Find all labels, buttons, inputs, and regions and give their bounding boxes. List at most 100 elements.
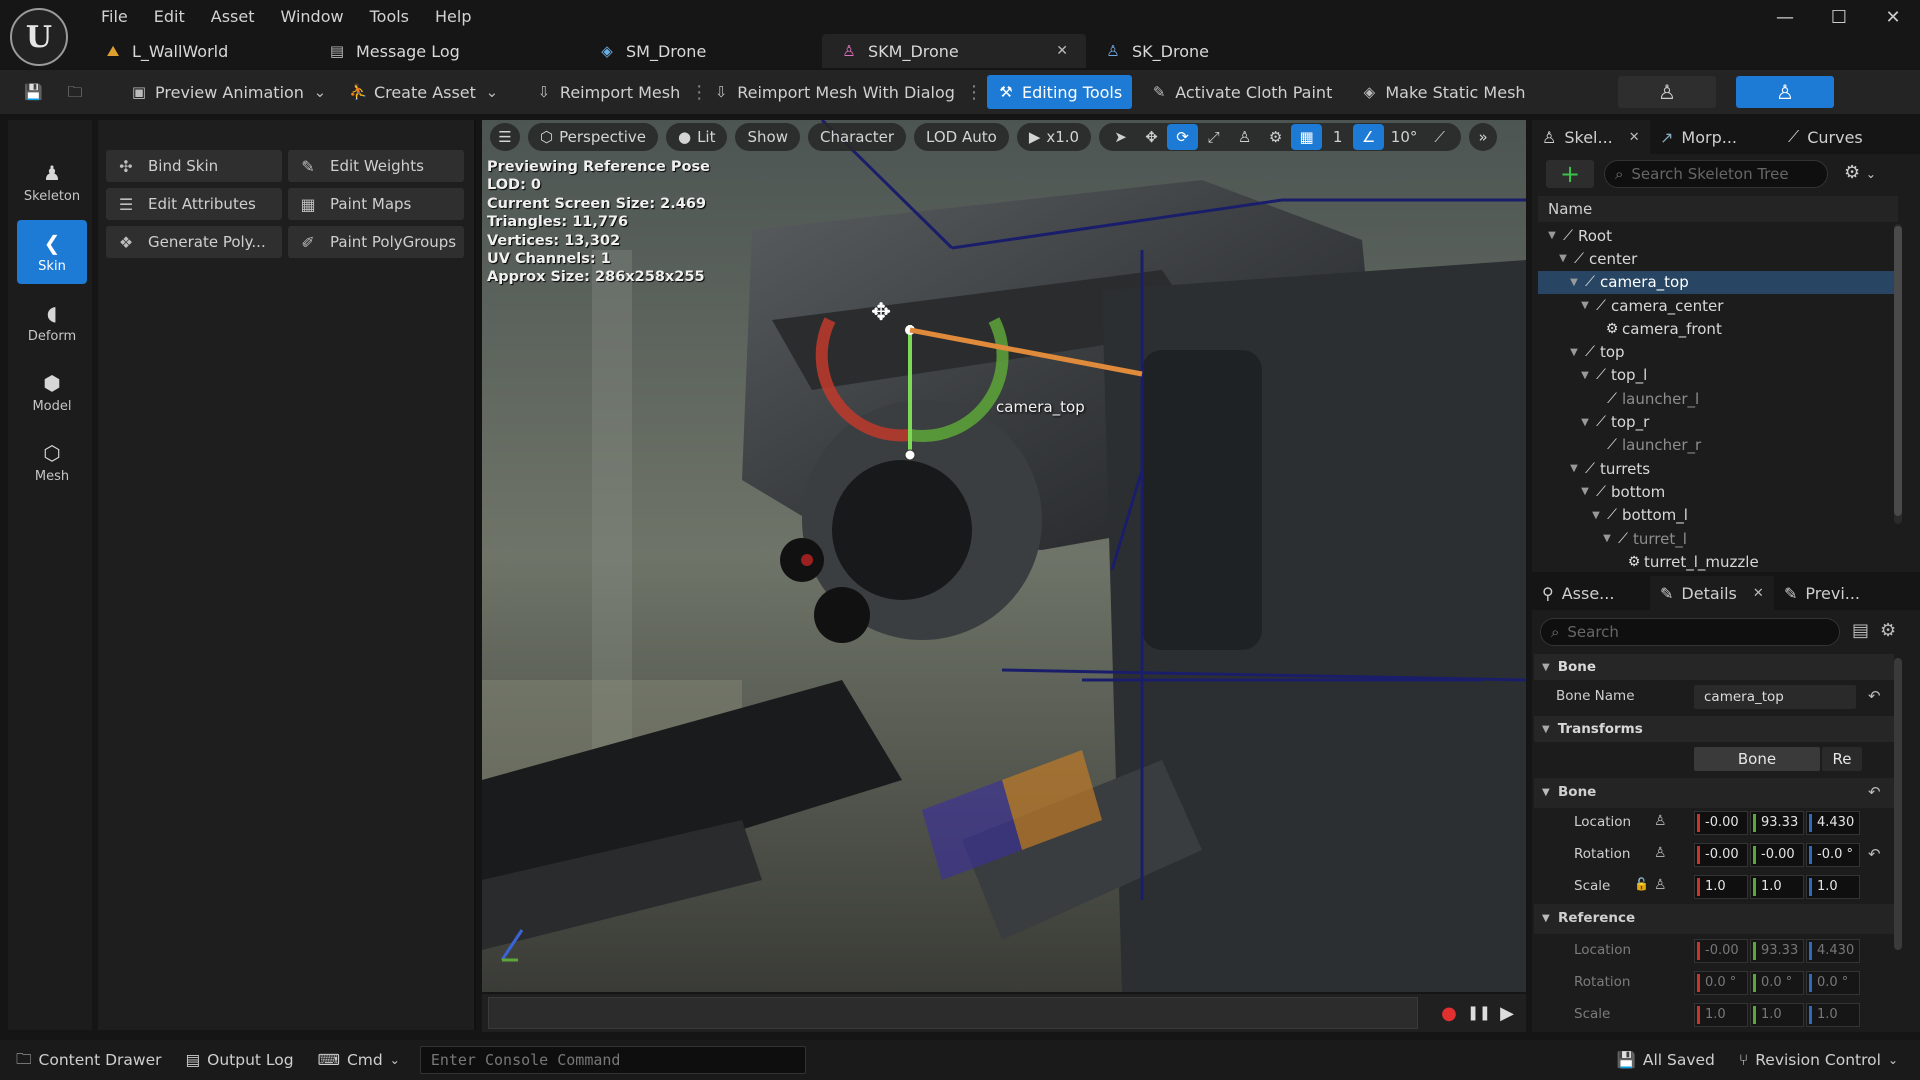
tab-sk-drone[interactable]: ♙ SK_Drone	[1086, 34, 1286, 68]
tab-skeleton-tree[interactable]: ♙ Skel... ✕	[1532, 120, 1650, 154]
more-options-icon[interactable]: ⋮	[965, 82, 983, 103]
tab-l-wallworld[interactable]: ⛰ L_WallWorld	[86, 34, 292, 68]
tree-scrollbar-thumb[interactable]	[1894, 226, 1902, 516]
playback-speed-dropdown[interactable]: ▶ x1.0	[1016, 123, 1092, 151]
show-dropdown[interactable]: Show	[735, 123, 800, 151]
details-search-input[interactable]	[1567, 623, 1768, 641]
edit-attributes-button[interactable]: ☰ Edit Attributes	[106, 188, 282, 220]
paint-polygroups-button[interactable]: ✐ Paint PolyGroups	[288, 226, 464, 258]
grid-snap-icon[interactable]: ▦	[1291, 124, 1323, 150]
mode-model[interactable]: ⬢ Model	[17, 360, 87, 424]
maximize-button[interactable]: ☐	[1812, 0, 1866, 34]
bone-joint[interactable]	[904, 449, 916, 461]
bone-row-Root[interactable]: ▼ ⟋ Root	[1538, 224, 1898, 247]
reference-mode-button[interactable]: Re	[1822, 747, 1862, 771]
viewport-overflow-button[interactable]: »	[1469, 123, 1498, 151]
expand-arrow-icon[interactable]: ▼	[1579, 300, 1591, 311]
scale-x-field[interactable]: 1.0	[1694, 875, 1748, 899]
bone-row-bottom[interactable]: ▼ ⟋ bottom	[1538, 480, 1898, 503]
rotation-y-field[interactable]: -0.00	[1750, 843, 1804, 867]
browse-asset-button[interactable]: 🗀	[56, 75, 94, 109]
tab-preview-settings[interactable]: ✎ Previ...	[1774, 576, 1894, 610]
location-x-field[interactable]: -0.00	[1694, 811, 1748, 835]
bone-row-camera-top[interactable]: ▼ ⟋ camera_top	[1538, 270, 1898, 294]
world-space-icon[interactable]: ♙	[1654, 813, 1667, 829]
bone-row-center[interactable]: ▼ ⟋ center	[1538, 247, 1898, 270]
expand-arrow-icon[interactable]: ▼	[1568, 463, 1580, 474]
bone-row-launcher-r[interactable]: ⟋ launcher_r	[1538, 434, 1898, 457]
surface-snap-icon[interactable]: ⚙	[1260, 124, 1291, 150]
tab-curves[interactable]: ⟋ Curves	[1778, 120, 1898, 154]
rotation-z-field[interactable]: -0.0 °	[1806, 843, 1860, 867]
3d-viewport[interactable]: ✥ ☰ ⬡ Perspective ● Lit Show Character L…	[482, 120, 1526, 992]
mode-deform[interactable]: ◖ Deform	[17, 290, 87, 354]
location-y-field[interactable]: 93.33	[1750, 811, 1804, 835]
bone-row-top-r[interactable]: ▼ ⟋ top_r	[1538, 410, 1898, 433]
scale-snap-icon[interactable]: ⟋	[1424, 124, 1455, 150]
tab-details[interactable]: ✎ Details ✕	[1650, 576, 1774, 610]
save-button[interactable]: 💾	[14, 75, 52, 109]
bind-skin-button[interactable]: ✣ Bind Skin	[106, 150, 282, 182]
tab-asset-details[interactable]: ⚲ Asse...	[1532, 576, 1650, 610]
table-view-icon[interactable]: ▤	[1852, 620, 1869, 641]
scale-icon[interactable]: ⤢	[1198, 124, 1229, 150]
bone-row-turrets[interactable]: ▼ ⟋ turrets	[1538, 457, 1898, 480]
menu-file[interactable]: File	[88, 6, 141, 28]
all-saved-button[interactable]: 💾 All Saved	[1605, 1045, 1727, 1075]
rotate-icon[interactable]: ⟳	[1167, 124, 1199, 150]
activate-cloth-paint-button[interactable]: ✎ Activate Cloth Paint	[1140, 75, 1342, 109]
paint-maps-button[interactable]: ▦ Paint Maps	[288, 188, 464, 220]
bone-mode-button[interactable]: Bone	[1694, 747, 1820, 771]
bone-row-turret-l-muzzle[interactable]: ⚙ turret_l_muzzle	[1538, 550, 1898, 573]
tab-message-log[interactable]: ▤ Message Log	[292, 34, 562, 68]
record-button[interactable]: ●	[1436, 1000, 1462, 1026]
add-socket-button[interactable]: +	[1546, 160, 1594, 188]
mesh-persona-button[interactable]: ♙	[1736, 76, 1834, 108]
coordinate-space-icon[interactable]: ♙	[1229, 124, 1260, 150]
gear-icon[interactable]: ⚙	[1880, 620, 1896, 641]
tab-skm-drone[interactable]: ♙ SKM_Drone ✕	[822, 34, 1086, 68]
reimport-mesh-with-dialog-button[interactable]: ⇩ Reimport Mesh With Dialog	[702, 75, 965, 109]
bone-section-header[interactable]: ▼ Bone	[1534, 654, 1894, 680]
lock-icon[interactable]: 🔓	[1634, 877, 1649, 891]
mode-skin[interactable]: ❮ Skin	[17, 220, 87, 284]
reset-icon[interactable]: ↶	[1868, 687, 1881, 705]
rotation-snap-value[interactable]: 10°	[1384, 124, 1424, 150]
close-tab-icon[interactable]: ✕	[1629, 130, 1640, 145]
select-icon[interactable]: ➤	[1105, 124, 1136, 150]
world-space-icon[interactable]: ♙	[1654, 877, 1667, 893]
bone-row-top-l[interactable]: ▼ ⟋ top_l	[1538, 364, 1898, 387]
translate-icon[interactable]: ✥	[1136, 124, 1167, 150]
bone-row-turret-l[interactable]: ▼ ⟋ turret_l	[1538, 527, 1898, 550]
reference-transform-header[interactable]: ▼ Reference	[1534, 904, 1894, 934]
expand-arrow-icon[interactable]: ▼	[1601, 533, 1613, 544]
menu-asset[interactable]: Asset	[198, 6, 268, 28]
bone-row-top[interactable]: ▼ ⟋ top	[1538, 340, 1898, 363]
pause-button[interactable]: ❚❚	[1466, 1000, 1492, 1026]
tab-morph-targets[interactable]: ↗ Morp...	[1650, 120, 1778, 154]
transforms-section-header[interactable]: ▼ Transforms	[1534, 716, 1894, 742]
timeline-scrubber[interactable]	[488, 997, 1418, 1029]
expand-arrow-icon[interactable]: ▼	[1568, 277, 1580, 288]
character-dropdown[interactable]: Character	[807, 123, 907, 151]
name-column-header[interactable]: Name	[1538, 196, 1898, 222]
lod-dropdown[interactable]: LOD Auto	[914, 123, 1009, 151]
bone-row-bottom-l[interactable]: ▼ ⟋ bottom_l	[1538, 504, 1898, 527]
close-window-button[interactable]: ✕	[1866, 0, 1920, 34]
editing-tools-button[interactable]: ⚒ Editing Tools	[986, 75, 1133, 109]
perspective-dropdown[interactable]: ⬡ Perspective	[528, 123, 658, 151]
tab-sm-drone[interactable]: ◈ SM_Drone	[562, 34, 822, 68]
lit-dropdown[interactable]: ● Lit	[665, 123, 728, 151]
make-static-mesh-button[interactable]: ◈ Make Static Mesh	[1350, 75, 1535, 109]
expand-arrow-icon[interactable]: ▼	[1557, 253, 1569, 264]
scale-y-field[interactable]: 1.0	[1750, 875, 1804, 899]
output-log-button[interactable]: ▤ Output Log	[173, 1045, 305, 1075]
console-command-input[interactable]	[430, 1051, 791, 1069]
expand-arrow-icon[interactable]: ▼	[1579, 417, 1591, 428]
viewport-menu-button[interactable]: ☰	[490, 123, 520, 151]
close-tab-icon[interactable]: ✕	[1753, 586, 1764, 601]
expand-arrow-icon[interactable]: ▼	[1546, 230, 1558, 241]
reset-icon[interactable]: ↶	[1868, 845, 1881, 863]
unreal-logo-icon[interactable]: U	[10, 8, 68, 66]
rotation-snap-icon[interactable]: ∠	[1353, 124, 1385, 150]
